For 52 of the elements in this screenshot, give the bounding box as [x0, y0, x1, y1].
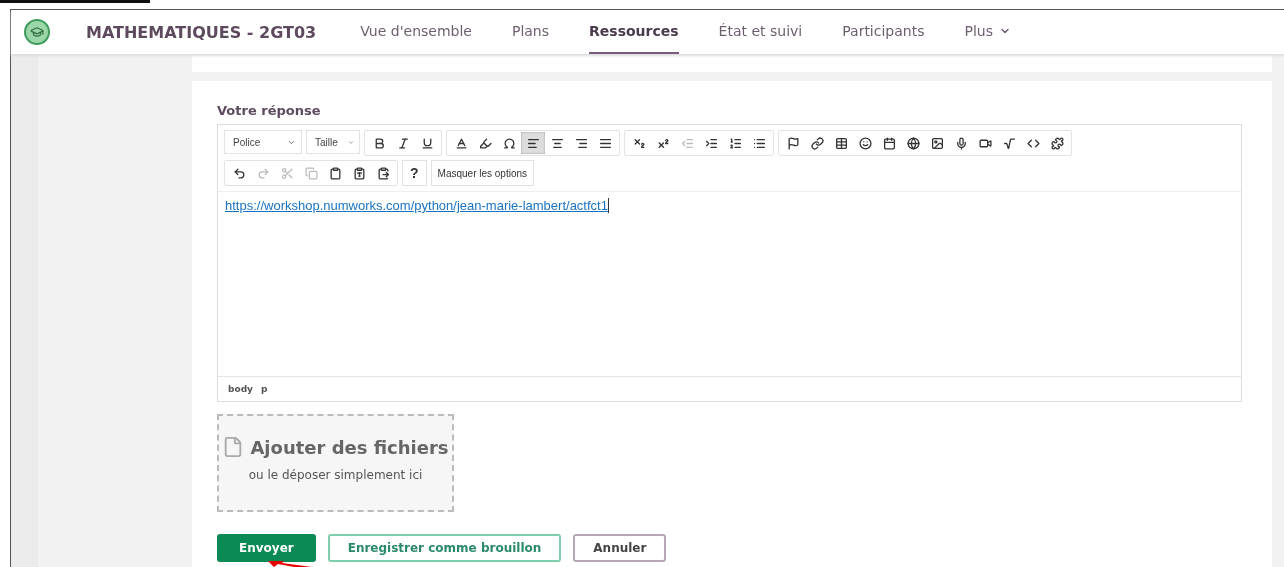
- superscript-icon: [656, 136, 670, 150]
- nav-tab[interactable]: Participants: [842, 10, 925, 54]
- help-button[interactable]: ?: [402, 160, 427, 186]
- special-character-icon: [502, 136, 516, 150]
- paste-icon: [328, 166, 342, 180]
- italic-icon: [396, 136, 410, 150]
- align-right-icon: [574, 136, 588, 150]
- drop-title: Ajouter des fichiers: [250, 436, 449, 458]
- equation-icon: [1002, 136, 1016, 150]
- action-button[interactable]: Envoyer: [217, 534, 316, 562]
- element-path-item[interactable]: p: [260, 384, 268, 394]
- url-link[interactable]: https://workshop.numworks.com/python/jean-marie-lambert/actfct1: [225, 198, 609, 213]
- flag-icon: [786, 136, 800, 150]
- outdent-icon: [680, 136, 694, 150]
- microphone-icon: [954, 136, 968, 150]
- field-label: Votre réponse: [217, 103, 322, 118]
- nav-tab[interactable]: Plus: [964, 10, 1011, 54]
- align-center-icon: [550, 136, 564, 150]
- globe-icon: [906, 136, 920, 150]
- file-drop-zone[interactable]: Ajouter des fichiers ou le déposer simplement ici: [217, 414, 454, 512]
- cut-icon: [280, 166, 294, 180]
- image-icon: [930, 136, 944, 150]
- nav-tab[interactable]: Vue d'ensemble: [360, 10, 472, 54]
- align-left-icon: [526, 136, 540, 150]
- copy-icon: [304, 166, 318, 180]
- graduation-cap-icon: [24, 19, 50, 45]
- align-left-button[interactable]: [521, 132, 545, 154]
- bullet-list-icon: [752, 136, 766, 150]
- action-button[interactable]: Annuler: [573, 534, 667, 562]
- table-icon: [834, 136, 848, 150]
- font-select[interactable]: Police: [224, 130, 302, 154]
- nav-tab[interactable]: Plans: [511, 10, 550, 54]
- link-icon: [810, 136, 824, 150]
- nav-tab[interactable]: État et suivi: [718, 10, 803, 54]
- action-button[interactable]: Enregistrer comme brouillon: [327, 534, 562, 562]
- redo-icon: [256, 166, 270, 180]
- paste-text-icon: [352, 166, 366, 180]
- course-title: MATHEMATIQUES - 2GT03: [86, 22, 317, 42]
- indent-icon: [704, 136, 718, 150]
- subscript-icon: [632, 136, 646, 150]
- plugin-icon: [1050, 136, 1064, 150]
- size-select[interactable]: Taille: [306, 130, 360, 154]
- element-path-item[interactable]: body: [228, 384, 253, 394]
- emoji-icon: [858, 136, 872, 150]
- calendar-icon: [882, 136, 896, 150]
- align-justify-icon: [598, 136, 612, 150]
- text-color-icon: [454, 136, 468, 150]
- hide-options-button[interactable]: Masquer les options: [430, 160, 535, 186]
- undo-icon: [232, 166, 246, 180]
- drop-hint: ou le déposer simplement ici: [248, 468, 423, 482]
- underline-icon: [420, 136, 434, 150]
- numbered-list-icon: [728, 136, 742, 150]
